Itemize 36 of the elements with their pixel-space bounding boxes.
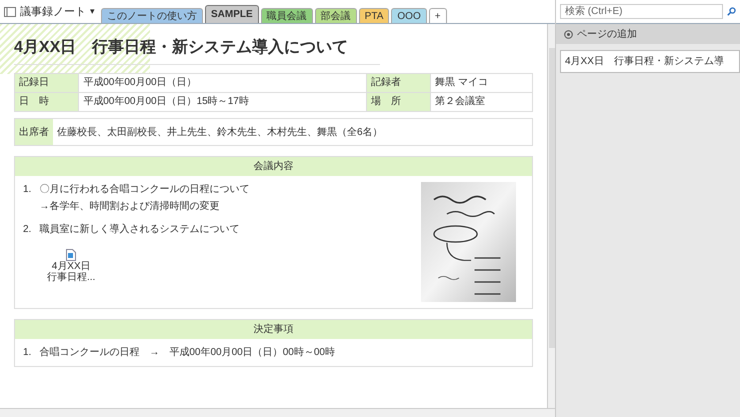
search-field[interactable]: 検索 (Ctrl+E)	[560, 4, 723, 19]
table-cell: 平成00年00月00日（日）	[78, 74, 366, 92]
section-heading: 会議内容	[15, 157, 532, 176]
section-heading: 決定事項	[15, 320, 532, 339]
file-attachment[interactable]: 4月XX日 行事日程...	[47, 249, 96, 283]
table-label: 日 時	[14, 92, 79, 112]
notebook-selector[interactable]: 議事録ノート ▾	[0, 4, 99, 23]
page-list-item[interactable]: 4月XX日 行事日程・新システム導	[560, 50, 740, 73]
section-tab[interactable]: 職員会議	[260, 8, 313, 23]
table-cell-text: 佐藤校長、太田副校長、井上先生、鈴木先生、木村先生、舞黒（全6名）	[56, 126, 384, 140]
section-tab[interactable]: SAMPLE	[205, 5, 259, 23]
table-label: 出席者	[15, 119, 53, 145]
table-label: 記録日	[14, 74, 79, 92]
list-text: →各学年、時間割および清掃時間の変更	[39, 200, 220, 214]
list-number: 1.	[23, 346, 32, 360]
list-text: 職員室に新しく導入されるシステムについて	[39, 222, 240, 237]
search-icon	[727, 7, 736, 16]
section-tab[interactable]: 部会議	[314, 8, 357, 23]
table-cell: 舞黒 マイコ	[430, 74, 532, 92]
section-tab[interactable]: +	[428, 8, 447, 23]
table-label: 場 所	[366, 92, 431, 112]
file-icon	[66, 249, 76, 261]
section-tab[interactable]: OOO	[391, 8, 427, 23]
notebook-icon	[4, 6, 16, 17]
list-number: 1.	[23, 183, 32, 197]
section-tab[interactable]: PTA	[358, 8, 390, 23]
list-number: 2.	[23, 223, 32, 237]
add-page-button[interactable]: ページの追加	[556, 24, 740, 44]
plus-circle-icon	[564, 30, 573, 38]
list-text: 〇月に行われる合唱コンクールの日程について	[39, 183, 250, 197]
table-label: 記録者	[366, 74, 431, 92]
section-tab[interactable]: このノートの使い方	[101, 8, 203, 23]
list-text: 合唱コンクールの日程 → 平成00年00月00日（日）00時～00時	[39, 346, 335, 360]
table-cell: 平成00年00月00日（日）15時～17時	[78, 92, 366, 112]
table-cell: 第２会議室	[430, 92, 532, 112]
page-title: 4月XX日 行事日程・新システム導入について	[14, 36, 380, 65]
